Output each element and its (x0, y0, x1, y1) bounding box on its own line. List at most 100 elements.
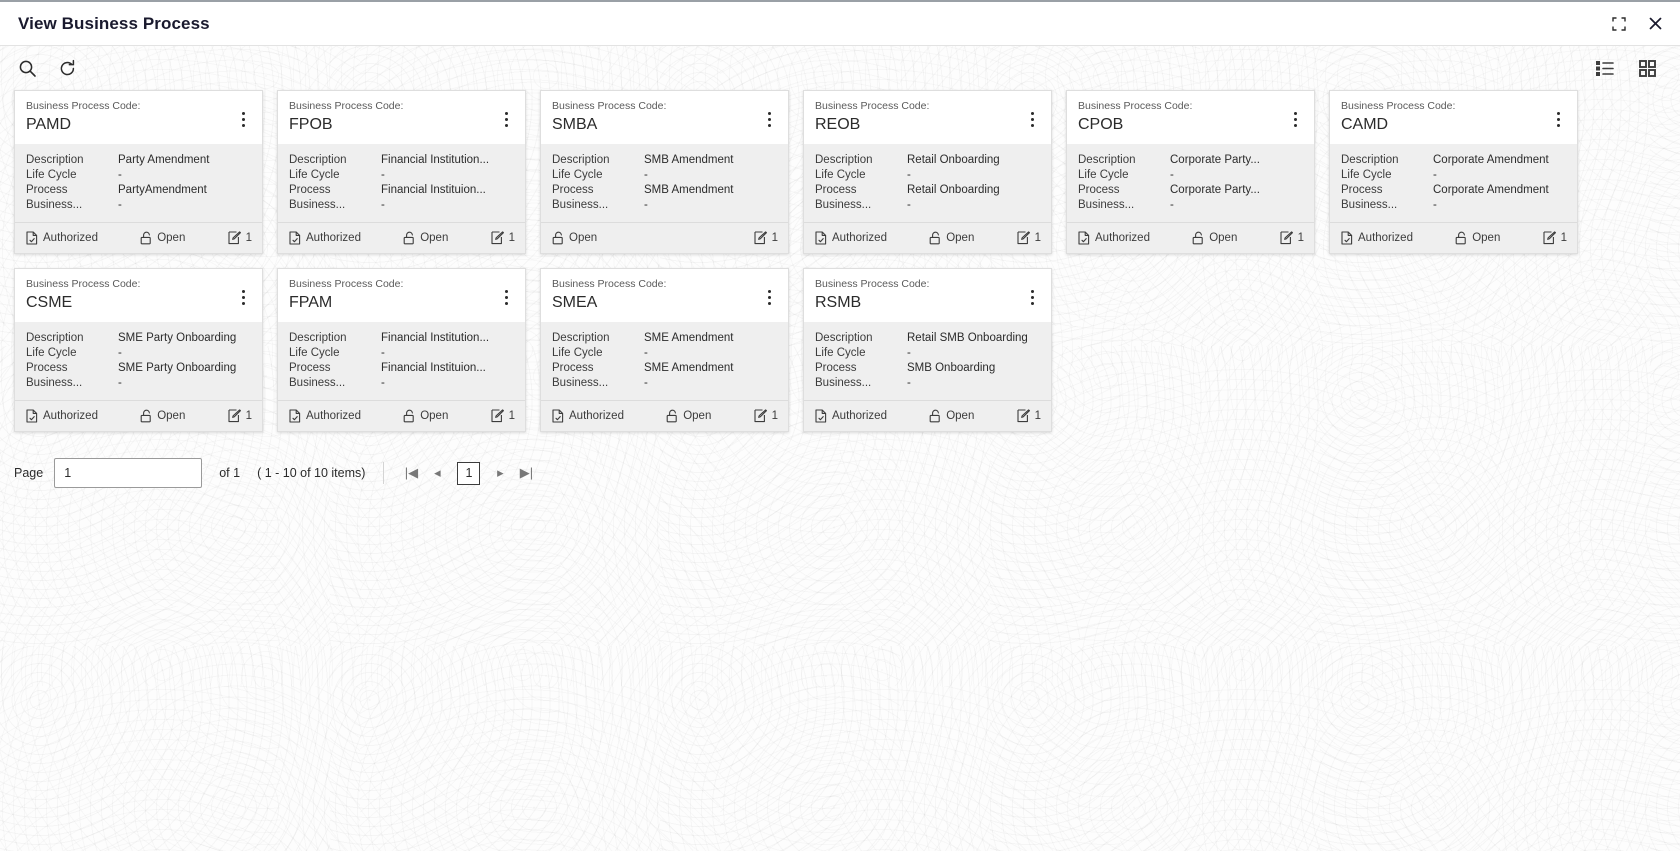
business-process-card[interactable]: Business Process Code: SMBA Description SMB… (540, 90, 789, 254)
card-edit-count[interactable]: 1 (754, 408, 778, 423)
row-value: Party Amendment (118, 154, 210, 166)
more-options-icon[interactable] (234, 284, 252, 310)
card-code-label: Business Process Code: (552, 278, 667, 290)
card-edit-count[interactable]: 1 (228, 230, 252, 245)
card-edit-count-label: 1 (508, 409, 515, 422)
row-key: Process (1341, 184, 1383, 196)
card-status-authorized[interactable]: Authorized (26, 408, 98, 423)
row-key: Business... (1078, 199, 1135, 211)
card-edit-count[interactable]: 1 (491, 230, 515, 245)
card-lock-status[interactable]: Open (666, 409, 711, 423)
more-options-icon[interactable] (234, 106, 252, 132)
business-process-card[interactable]: Business Process Code: FPOB Description Fin… (277, 90, 526, 254)
first-page-button[interactable]: |◀ (398, 461, 424, 485)
card-code-value: FPAM (289, 294, 333, 311)
edit-count-icon (1017, 230, 1030, 244)
card-edit-count[interactable]: 1 (1017, 408, 1041, 423)
card-status-authorized[interactable]: Authorized (1078, 230, 1150, 245)
more-options-icon[interactable] (1023, 284, 1041, 310)
grid-view-icon[interactable] (1634, 55, 1660, 81)
pagination-bar: Page of 1 ( 1 - 10 of 10 items) |◀ ◂ 1 ▸… (0, 432, 1680, 488)
card-status-authorized[interactable]: Authorized (26, 230, 98, 245)
card-row-description: Description Financial Institution... (289, 331, 515, 346)
row-value: - (381, 169, 385, 181)
card-edit-count[interactable]: 1 (1017, 230, 1041, 245)
row-value: Corporate Amendment (1433, 184, 1549, 196)
row-key: Life Cycle (815, 169, 866, 181)
row-value: - (644, 377, 648, 389)
card-edit-count[interactable]: 1 (1543, 230, 1567, 245)
more-options-icon[interactable] (1023, 106, 1041, 132)
card-lock-status[interactable]: Open (1455, 231, 1500, 245)
business-process-card[interactable]: Business Process Code: PAMD Description Par… (14, 90, 263, 254)
pagination-divider (383, 462, 385, 484)
card-status-authorized[interactable]: Authorized (815, 230, 887, 245)
card-lock-status[interactable]: Open (929, 409, 974, 423)
card-status-authorized[interactable]: Authorized (815, 408, 887, 423)
row-key: Business... (289, 377, 346, 389)
more-options-icon[interactable] (497, 284, 515, 310)
card-body: Description SMB Amendment Life Cycle - Proce… (541, 144, 788, 222)
business-process-card[interactable]: Business Process Code: RSMB Description Ret… (803, 268, 1052, 432)
last-page-button[interactable]: ▶| (513, 461, 539, 485)
business-process-card[interactable]: Business Process Code: CPOB Description Cor… (1066, 90, 1315, 254)
more-options-icon[interactable] (497, 106, 515, 132)
card-body: Description Corporate Amendment Life Cycle… (1330, 144, 1577, 222)
card-lock-label: Open (420, 231, 449, 244)
current-page-button[interactable]: 1 (457, 461, 481, 485)
card-edit-count[interactable]: 1 (1280, 230, 1304, 245)
card-code-value: SMBA (552, 116, 598, 133)
more-options-icon[interactable] (760, 284, 778, 310)
card-status-authorized[interactable]: Authorized (552, 408, 624, 423)
card-edit-count-label: 1 (771, 231, 778, 244)
more-options-icon[interactable] (760, 106, 778, 132)
more-options-icon[interactable] (1549, 106, 1567, 132)
card-edit-count[interactable]: 1 (754, 230, 778, 245)
card-row-life-cycle: Life Cycle - (1078, 168, 1304, 183)
page-number-input[interactable] (54, 458, 203, 488)
close-icon[interactable] (1644, 13, 1666, 35)
card-footer: Authorized Open 1 (15, 400, 262, 431)
search-icon[interactable] (14, 55, 40, 81)
card-lock-status[interactable]: Open (403, 231, 448, 245)
next-page-button[interactable]: ▸ (487, 461, 513, 485)
previous-page-button[interactable]: ◂ (424, 461, 450, 485)
card-status-authorized[interactable]: Authorized (289, 230, 361, 245)
page-title: View Business Process (18, 13, 210, 33)
card-lock-status[interactable]: Open (552, 231, 597, 245)
row-key: Process (289, 362, 331, 374)
refresh-icon[interactable] (54, 55, 80, 81)
card-lock-status[interactable]: Open (403, 409, 448, 423)
card-lock-status[interactable]: Open (1192, 231, 1237, 245)
row-key: Description (289, 154, 347, 166)
edit-count-icon (754, 230, 767, 244)
row-key: Description (552, 332, 610, 344)
card-row-process: Process Financial Instituion... (289, 361, 515, 376)
card-status-label: Authorized (43, 409, 98, 422)
card-status-label: Authorized (1358, 231, 1413, 244)
card-edit-count[interactable]: 1 (491, 408, 515, 423)
card-lock-status[interactable]: Open (140, 231, 185, 245)
business-process-card[interactable]: Business Process Code: CAMD Description Cor… (1329, 90, 1578, 254)
card-row-business: Business... - (26, 376, 252, 391)
card-lock-status[interactable]: Open (140, 409, 185, 423)
business-process-card[interactable]: Business Process Code: FPAM Description Fin… (277, 268, 526, 432)
card-status-label: Authorized (1095, 231, 1150, 244)
card-edit-count-label: 1 (1034, 231, 1041, 244)
authorized-doc-icon (289, 230, 301, 245)
card-code-label: Business Process Code: (289, 278, 404, 290)
card-header: Business Process Code: PAMD (15, 91, 262, 144)
card-edit-count[interactable]: 1 (228, 408, 252, 423)
business-process-card[interactable]: Business Process Code: REOB Description Ret… (803, 90, 1052, 254)
card-status-label: Authorized (832, 231, 887, 244)
card-lock-label: Open (1472, 231, 1501, 244)
restore-icon[interactable] (1608, 13, 1630, 35)
card-status-authorized[interactable]: Authorized (289, 408, 361, 423)
list-view-icon[interactable] (1592, 55, 1618, 81)
more-options-icon[interactable] (1286, 106, 1304, 132)
card-lock-status[interactable]: Open (929, 231, 974, 245)
business-process-card[interactable]: Business Process Code: CSME Description SME… (14, 268, 263, 432)
row-value: Financial Institution... (381, 332, 490, 344)
card-status-authorized[interactable]: Authorized (1341, 230, 1413, 245)
business-process-card[interactable]: Business Process Code: SMEA Description SME… (540, 268, 789, 432)
